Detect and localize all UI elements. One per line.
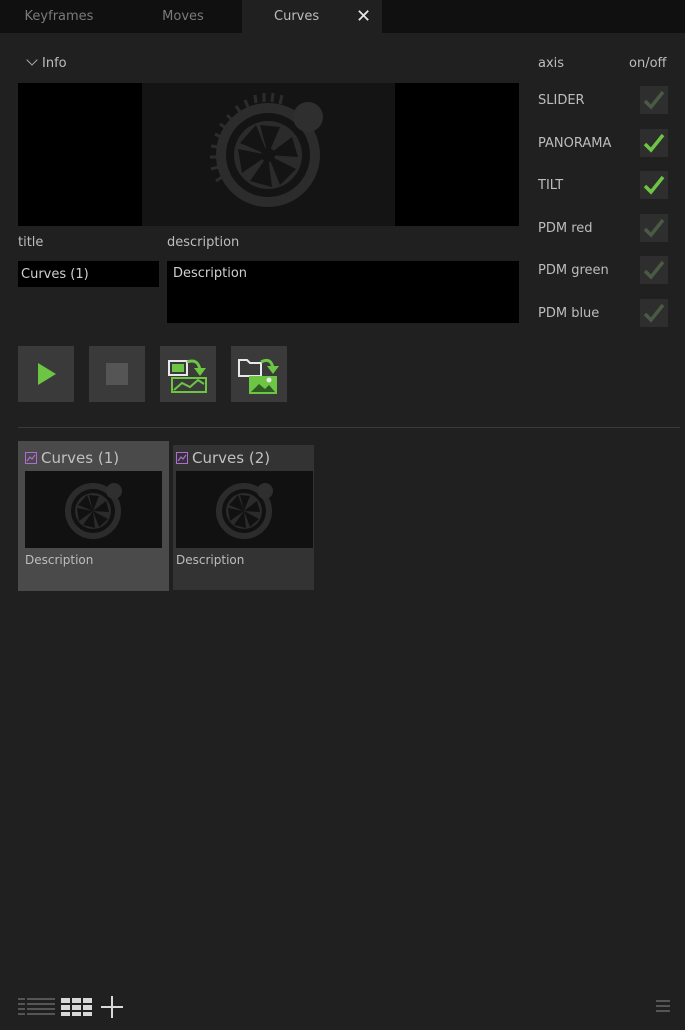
card-thumbnail — [176, 471, 313, 548]
checkmark-icon — [643, 133, 665, 153]
onoff-header: on/off — [629, 56, 667, 71]
curve-card[interactable]: Curves (1) Description — [18, 441, 169, 591]
checkmark-icon — [643, 218, 665, 238]
preview-image — [18, 83, 519, 226]
axis-checkbox-pdm-blue[interactable] — [640, 299, 668, 327]
camera-logo-icon — [65, 483, 122, 539]
card-title: Curves (1) — [25, 449, 119, 467]
menu-icon — [656, 1000, 670, 1012]
tab-curves-label: Curves — [274, 9, 320, 24]
divider — [18, 427, 680, 428]
open-image-button[interactable] — [231, 346, 287, 402]
axis-checkbox-panorama[interactable] — [640, 129, 668, 157]
import-curve-icon — [168, 359, 207, 393]
axis-label-pdm-green: PDM green — [538, 263, 609, 278]
checkmark-icon — [643, 303, 665, 323]
curve-card[interactable]: Curves (2) Description — [173, 445, 314, 590]
list-view-button[interactable] — [18, 996, 58, 1020]
card-description: Description — [176, 553, 245, 567]
info-toggle-label: Info — [42, 56, 67, 71]
checkmark-icon — [643, 260, 665, 280]
card-thumbnail — [25, 471, 162, 548]
add-button[interactable] — [99, 994, 125, 1024]
info-section-toggle[interactable]: Info — [26, 54, 67, 71]
checkmark-icon — [643, 175, 665, 195]
tab-bar: Keyframes Moves Curves ✕ — [0, 0, 685, 33]
chevron-down-icon — [26, 54, 38, 66]
tab-keyframes[interactable]: Keyframes — [6, 0, 112, 33]
preview-logo-area — [142, 83, 395, 226]
camera-logo-icon — [216, 483, 273, 539]
axis-checkbox-slider[interactable] — [640, 86, 668, 114]
tab-moves[interactable]: Moves — [130, 0, 236, 33]
description-label: description — [167, 235, 240, 250]
import-curve-button[interactable] — [160, 346, 216, 402]
play-button[interactable] — [18, 346, 74, 402]
curve-icon — [25, 452, 37, 464]
axis-checkbox-pdm-green[interactable] — [640, 256, 668, 284]
add-icon — [101, 996, 123, 1018]
menu-button[interactable] — [656, 998, 670, 1018]
card-description: Description — [25, 553, 94, 567]
grid-view-button[interactable] — [61, 997, 95, 1021]
axis-label-slider: SLIDER — [538, 93, 585, 108]
checkmark-icon — [643, 90, 665, 110]
card-title: Curves (2) — [176, 449, 270, 467]
list-view-icon — [18, 998, 55, 1015]
stop-button[interactable] — [89, 346, 145, 402]
description-input[interactable]: Description — [167, 261, 519, 323]
axis-checkbox-tilt[interactable] — [640, 171, 668, 199]
camera-logo-icon — [210, 92, 323, 207]
play-icon — [38, 363, 56, 385]
curve-icon — [176, 452, 188, 464]
axis-label-panorama: PANORAMA — [538, 136, 612, 151]
card-title-text: Curves (2) — [192, 449, 271, 467]
card-title-text: Curves (1) — [41, 449, 120, 467]
grid-view-icon — [61, 998, 92, 1016]
stop-icon — [106, 363, 128, 385]
title-label: title — [18, 235, 44, 250]
open-image-icon — [238, 359, 279, 394]
axis-checkbox-pdm-red[interactable] — [640, 214, 668, 242]
axis-header: axis — [538, 56, 565, 71]
close-tab-icon[interactable]: ✕ — [356, 0, 371, 33]
axis-label-pdm-red: PDM red — [538, 221, 593, 236]
axis-label-pdm-blue: PDM blue — [538, 306, 600, 321]
axis-label-tilt: TILT — [538, 178, 564, 193]
title-input[interactable] — [18, 261, 159, 287]
